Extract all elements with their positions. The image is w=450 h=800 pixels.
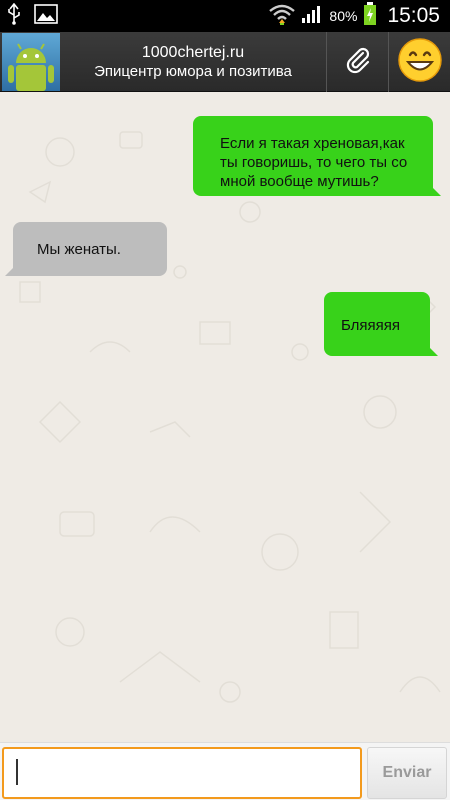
message-bubble-incoming[interactable]: Мы женаты.: [5, 222, 167, 276]
message-bubble-outgoing[interactable]: Если я такая хреновая,как ты говоришь, т…: [193, 116, 441, 196]
battery-charging-icon: [363, 2, 377, 30]
chat-title: 1000chertej.ru: [141, 43, 245, 61]
signal-icon: [301, 4, 323, 28]
chat-area[interactable]: Если я такая хреновая,как ты говоришь, т…: [0, 92, 450, 742]
wifi-icon: [269, 3, 296, 29]
chat-title-block[interactable]: 1000chertej.ru Эпицентр юмора и позитива: [60, 43, 326, 81]
attach-button[interactable]: [326, 31, 388, 92]
emoji-button[interactable]: [388, 31, 450, 92]
paperclip-icon: [343, 45, 373, 79]
message-text-line: мной вообще мутишь?: [220, 173, 379, 190]
usb-icon: [6, 2, 22, 29]
chat-header: 1000chertej.ru Эпицентр юмора и позитива: [0, 31, 450, 92]
status-right: 80% 15:05: [269, 2, 440, 30]
message-text-line: Бляяяяя: [341, 317, 401, 334]
image-icon: [34, 4, 58, 28]
clock: 15:05: [387, 4, 440, 27]
smiley-icon: [397, 37, 443, 87]
message-bubble-outgoing[interactable]: Бляяяяя: [324, 292, 438, 356]
message-input[interactable]: [2, 747, 362, 799]
status-left: [6, 2, 58, 29]
chat-subtitle: Эпицентр юмора и позитива: [94, 62, 292, 80]
send-button[interactable]: Enviar: [367, 747, 447, 799]
status-bar: 80% 15:05: [0, 0, 450, 32]
message-text-line: ты говоришь, то чего ты со: [220, 154, 408, 171]
battery-percent: 80%: [329, 8, 358, 24]
composer-bar: Enviar: [0, 742, 450, 800]
android-avatar-icon[interactable]: [2, 32, 60, 91]
message-text-line: Если я такая хреновая,как: [220, 135, 405, 152]
message-text-line: Мы женаты.: [37, 241, 121, 258]
text-caret: [16, 759, 18, 785]
